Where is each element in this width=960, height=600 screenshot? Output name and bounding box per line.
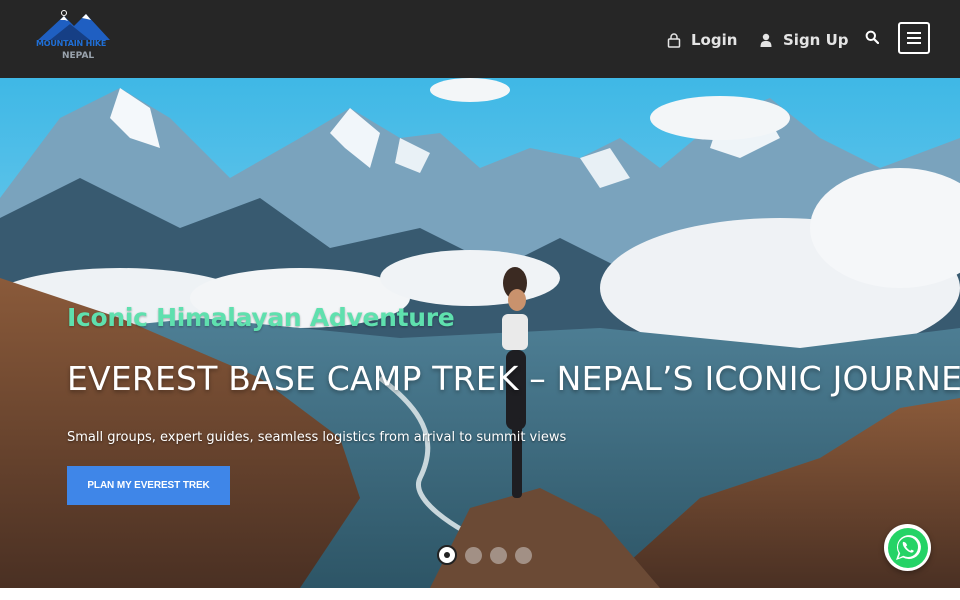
slide-dot-1[interactable] [437, 545, 457, 565]
hero-background-image [0, 78, 960, 588]
whatsapp-icon [887, 527, 928, 568]
whatsapp-chat-button[interactable] [884, 524, 931, 571]
slide-dot-2[interactable] [465, 546, 482, 564]
signup-label: Sign Up [783, 31, 849, 49]
plan-trek-button[interactable]: PLAN MY EVEREST TREK [67, 466, 230, 505]
signup-link[interactable]: Sign Up [758, 28, 849, 52]
hero-subline: Small groups, expert guides, seamless lo… [67, 430, 567, 445]
menu-button[interactable] [898, 22, 930, 54]
hero-headline: EVEREST BASE CAMP TREK – NEPAL’S ICONIC … [67, 359, 960, 398]
login-label: Login [691, 31, 738, 49]
logo-subtext: NEPAL [62, 51, 95, 61]
user-icon [758, 33, 773, 48]
slider-pagination [437, 545, 532, 565]
search-button[interactable] [862, 27, 882, 47]
hero-eyebrow: Iconic Himalayan Adventure [67, 303, 455, 332]
hero-slider: Iconic Himalayan Adventure EVEREST BASE … [0, 78, 960, 588]
logo-text: MOUNTAIN HIKE [36, 39, 107, 48]
site-header: MOUNTAIN HIKE NEPAL Login Sign Up [0, 0, 960, 78]
search-icon [865, 30, 879, 44]
page-bottom-edge [0, 588, 960, 600]
lock-icon [666, 32, 681, 48]
hamburger-menu-icon [907, 32, 921, 44]
login-link[interactable]: Login [666, 28, 737, 52]
slide-dot-3[interactable] [490, 546, 507, 564]
slide-dot-4[interactable] [515, 546, 532, 564]
